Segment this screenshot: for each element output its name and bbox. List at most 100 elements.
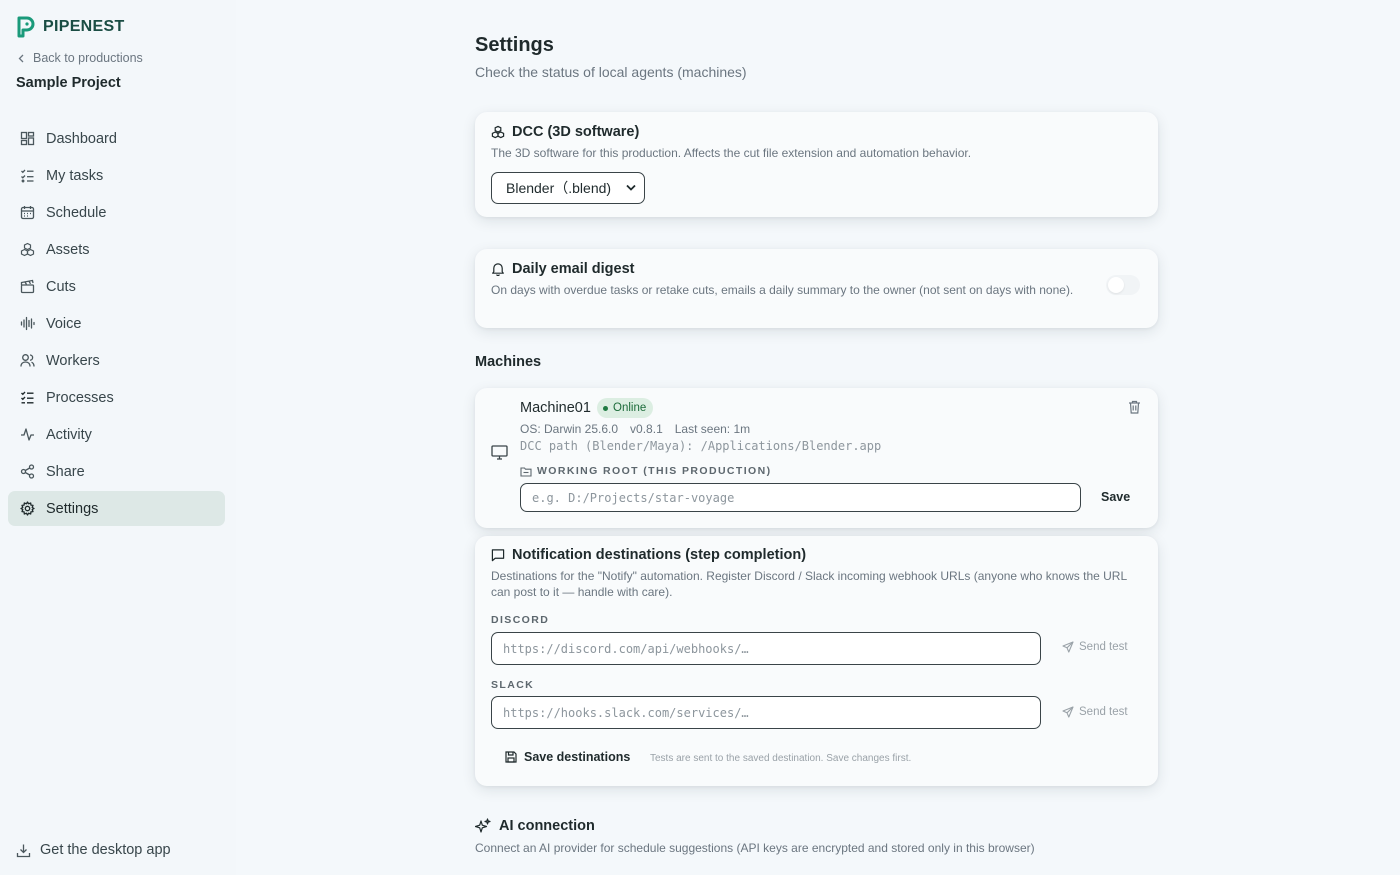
- sidebar-item-dashboard[interactable]: Dashboard: [8, 121, 225, 156]
- working-root-label: WORKING ROOT (THIS PRODUCTION): [520, 465, 772, 477]
- dcc-select[interactable]: Blender（.blend): [491, 172, 645, 204]
- desktop-app-label: Get the desktop app: [40, 842, 171, 858]
- sidebar-item-label: Settings: [46, 500, 99, 517]
- save-destinations-label: Save destinations: [524, 750, 631, 764]
- send-test-label: Send test: [1079, 641, 1128, 653]
- sidebar-item-voice[interactable]: Voice: [8, 306, 225, 341]
- sidebar-item-assets[interactable]: Assets: [8, 232, 225, 267]
- folder-icon: [520, 466, 532, 477]
- status-badge: Online: [597, 398, 654, 418]
- slack-webhook-input[interactable]: https://hooks.slack.com/services/…: [491, 696, 1041, 729]
- discord-send-test-button[interactable]: Send test: [1062, 641, 1128, 653]
- assets-icon: [20, 242, 35, 257]
- sidebar-item-schedule[interactable]: Schedule: [8, 195, 225, 230]
- sidebar-item-label: Assets: [46, 241, 90, 258]
- tasks-icon: [21, 169, 34, 183]
- sidebar-item-label: Activity: [46, 426, 92, 443]
- sidebar-item-label: Schedule: [46, 204, 107, 221]
- calendar-icon: [20, 206, 35, 220]
- project-name: Sample Project: [16, 75, 121, 91]
- sidebar-item-cuts[interactable]: Cuts: [8, 269, 225, 304]
- machine-last-seen: Last seen: 1m: [674, 422, 751, 436]
- ai-connection-title: AI connection: [475, 818, 595, 834]
- sidebar-item-label: Workers: [46, 352, 100, 369]
- chevron-left-icon: [18, 54, 24, 62]
- ai-title-text: AI connection: [499, 818, 595, 834]
- sidebar-item-label: Processes: [46, 389, 114, 406]
- machine-card: Machine01 Online OS: Darwin 25.6.0 v0.8.…: [475, 388, 1158, 528]
- send-test-label: Send test: [1079, 706, 1128, 718]
- digest-title-text: Daily email digest: [512, 261, 635, 277]
- send-icon: [1062, 641, 1074, 653]
- share-icon: [20, 464, 35, 479]
- dcc-card-title: DCC (3D software): [491, 124, 639, 140]
- working-root-label-text: WORKING ROOT (THIS PRODUCTION): [537, 465, 772, 477]
- page-title: Settings: [475, 34, 554, 56]
- sidebar-item-processes[interactable]: Processes: [8, 380, 225, 415]
- sidebar-item-activity[interactable]: Activity: [8, 417, 225, 452]
- back-to-productions-link[interactable]: Back to productions: [17, 50, 143, 66]
- machine-version: v0.8.1: [630, 422, 663, 436]
- users-icon: [20, 354, 35, 367]
- bell-icon: [492, 263, 504, 276]
- sidebar-item-label: Dashboard: [46, 130, 117, 147]
- save-working-root-button[interactable]: Save: [1101, 490, 1130, 504]
- sidebar-item-my-tasks[interactable]: My tasks: [8, 158, 225, 193]
- dcc-card: DCC (3D software) The 3D software for th…: [475, 112, 1158, 217]
- machine-os: OS: Darwin 25.6.0: [520, 422, 619, 436]
- pipenest-logo-icon: [17, 16, 35, 38]
- dcc-title-text: DCC (3D software): [512, 124, 640, 140]
- slack-label: SLACK: [491, 679, 535, 691]
- sidebar-item-label: Cuts: [46, 278, 76, 295]
- digest-description: On days with overdue tasks or retake cut…: [491, 283, 1074, 297]
- notifications-title-text: Notification destinations (step completi…: [512, 547, 807, 563]
- sidebar-item-share[interactable]: Share: [8, 454, 225, 489]
- brand[interactable]: PIPENEST: [16, 16, 125, 38]
- checklist-icon: [21, 391, 34, 404]
- discord-webhook-input[interactable]: https://discord.com/api/webhooks/…: [491, 632, 1041, 665]
- dcc-description: The 3D software for this production. Aff…: [491, 146, 972, 160]
- clapperboard-icon: [20, 279, 35, 294]
- sidebar-item-label: My tasks: [46, 167, 104, 184]
- gear-icon: [20, 501, 35, 516]
- machine-name: Machine01: [520, 400, 591, 416]
- digest-card-title: Daily email digest: [491, 261, 635, 277]
- waveform-icon: [20, 316, 35, 331]
- trash-icon[interactable]: [1128, 400, 1141, 414]
- send-icon: [1062, 706, 1074, 718]
- sparkles-icon: [475, 818, 491, 833]
- save-icon: [505, 751, 517, 763]
- ai-connection-description: Connect an AI provider for schedule sugg…: [475, 841, 1035, 855]
- discord-label: DISCORD: [491, 614, 550, 626]
- working-root-input[interactable]: e.g. D:/Projects/star-voyage: [520, 483, 1081, 512]
- dcc-selected-value: Blender（.blend): [506, 180, 612, 196]
- save-destinations-button[interactable]: Save destinations: [505, 750, 630, 764]
- slack-send-test-button[interactable]: Send test: [1062, 706, 1128, 718]
- notifications-card: Notification destinations (step completi…: [475, 536, 1158, 786]
- brand-name: PIPENEST: [43, 18, 125, 35]
- status-text: Online: [613, 402, 647, 414]
- status-dot: [603, 405, 608, 411]
- digest-toggle[interactable]: [1106, 275, 1140, 295]
- notifications-description: Destinations for the "Notify" automation…: [491, 569, 1127, 599]
- machine-meta: OS: Darwin 25.6.0 v0.8.1 Last seen: 1m: [520, 422, 750, 436]
- sidebar-nav: Dashboard My tasks Schedule Assets Cuts …: [8, 121, 225, 528]
- toggle-knob: [1108, 277, 1124, 293]
- chevron-down-icon: [626, 184, 636, 191]
- message-icon: [491, 549, 505, 562]
- sidebar-item-label: Voice: [46, 315, 82, 332]
- machine-dcc-path: DCC path (Blender/Maya): /Applications/B…: [520, 439, 882, 453]
- activity-icon: [21, 428, 34, 441]
- dashboard-icon: [20, 131, 35, 146]
- save-hint: Tests are sent to the saved destination.…: [650, 753, 912, 764]
- notifications-card-title: Notification destinations (step completi…: [491, 547, 806, 563]
- page-subtitle: Check the status of local agents (machin…: [475, 64, 747, 80]
- sidebar-item-workers[interactable]: Workers: [8, 343, 225, 378]
- sidebar-item-settings[interactable]: Settings: [8, 491, 225, 526]
- monitor-icon: [491, 445, 508, 460]
- sidebar-item-label: Share: [46, 463, 85, 480]
- back-link-label: Back to productions: [33, 51, 143, 65]
- machines-heading: Machines: [475, 354, 542, 370]
- get-desktop-app-link[interactable]: Get the desktop app: [16, 840, 171, 860]
- sidebar: PIPENEST Back to productions Sample Proj…: [0, 0, 236, 875]
